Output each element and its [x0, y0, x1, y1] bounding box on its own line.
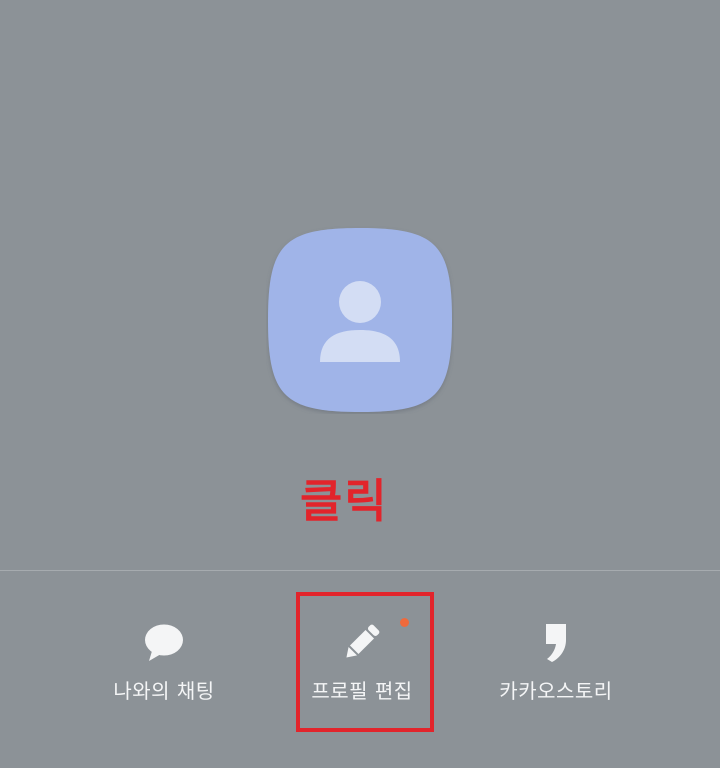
comma-quote-icon	[546, 624, 566, 662]
profile-avatar[interactable]	[266, 226, 454, 414]
highlight-box	[296, 592, 434, 732]
chat-with-me-button[interactable]: 나와의 채팅	[64, 620, 264, 730]
kakaostory-label: 카카오스토리	[499, 679, 613, 703]
default-person-avatar-icon	[268, 228, 452, 412]
click-annotation: 클릭	[300, 474, 389, 528]
chat-with-me-label: 나와의 채팅	[113, 679, 215, 703]
divider	[0, 570, 720, 571]
speech-bubble-icon	[145, 624, 183, 661]
kakaostory-button[interactable]: 카카오스토리	[456, 620, 656, 730]
